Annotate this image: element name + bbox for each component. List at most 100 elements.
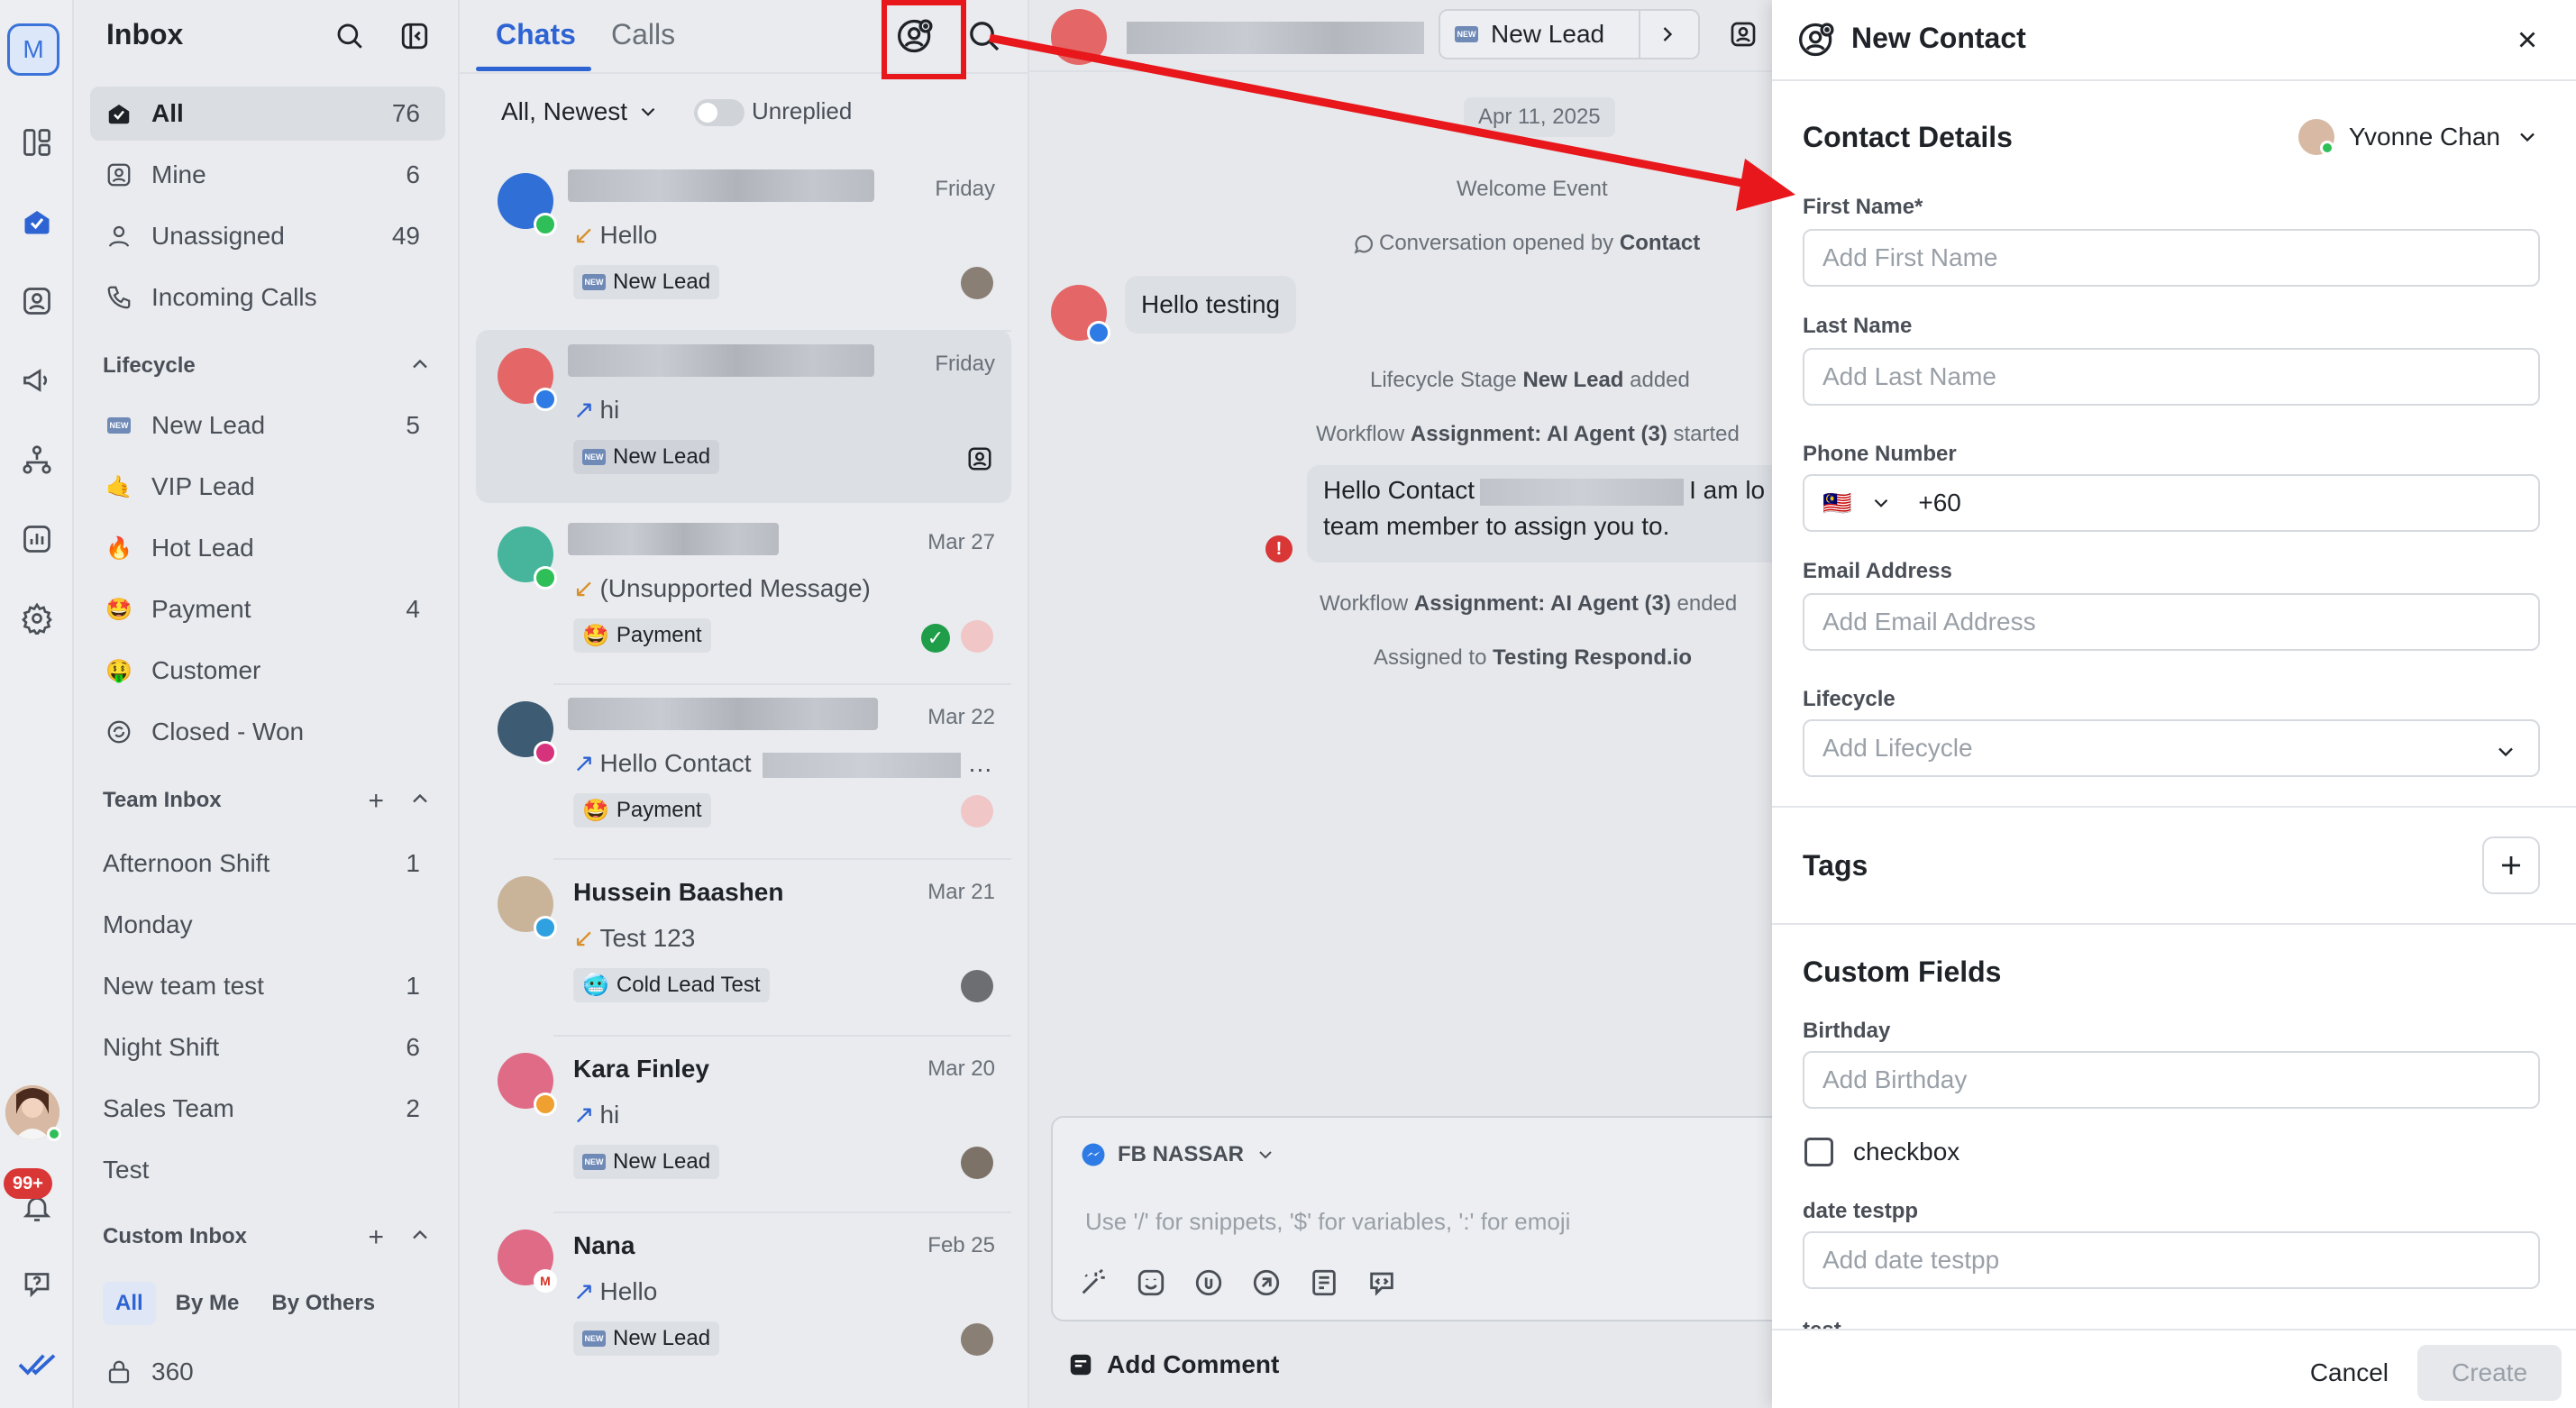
date-testpp-input[interactable] bbox=[1822, 1246, 2538, 1275]
birthday-input[interactable] bbox=[1822, 1065, 2538, 1094]
email-input[interactable] bbox=[1822, 608, 2538, 636]
team-label: New team test bbox=[103, 972, 264, 1000]
broadcast-icon[interactable] bbox=[15, 359, 59, 402]
phone-number-field[interactable]: 🇲🇾 +60 bbox=[1803, 474, 2540, 532]
custom-tab-by-others[interactable]: By Others bbox=[259, 1282, 388, 1325]
unreplied-toggle[interactable] bbox=[694, 99, 744, 126]
phone-number-value[interactable]: +60 bbox=[1918, 489, 1961, 517]
add-tag-button[interactable] bbox=[2482, 837, 2540, 894]
workflows-icon[interactable] bbox=[15, 438, 59, 481]
attachment-icon[interactable] bbox=[1192, 1266, 1226, 1300]
chevron-right-icon[interactable] bbox=[1655, 22, 1680, 47]
lifecycle-section-header[interactable]: Lifecycle bbox=[103, 353, 445, 379]
email-field[interactable] bbox=[1803, 593, 2540, 651]
tab-calls[interactable]: Calls bbox=[611, 18, 675, 51]
lifecycle-new-lead[interactable]: NEW New Lead 5 bbox=[90, 398, 445, 453]
create-button[interactable]: Create bbox=[2417, 1345, 2562, 1401]
phone-icon bbox=[103, 281, 135, 314]
first-name-field[interactable] bbox=[1803, 229, 2540, 287]
search-icon[interactable] bbox=[966, 18, 1002, 54]
tab-chats[interactable]: Chats bbox=[496, 18, 576, 51]
team-night-shift[interactable]: Night Shift 6 bbox=[90, 1020, 445, 1074]
custom-inbox-360[interactable]: 360 bbox=[90, 1345, 445, 1399]
workspace-badge[interactable]: M bbox=[7, 23, 59, 76]
reports-icon[interactable] bbox=[15, 517, 59, 561]
inbox-icon[interactable] bbox=[15, 200, 59, 243]
close-icon[interactable] bbox=[2509, 22, 2545, 58]
inbox-view-incoming-calls[interactable]: Incoming Calls bbox=[90, 270, 445, 325]
chevron-down-icon[interactable] bbox=[1869, 491, 1893, 515]
team-new-team-test[interactable]: New team test 1 bbox=[90, 959, 445, 1013]
add-comment-button[interactable]: Add Comment bbox=[1067, 1350, 1279, 1379]
magic-wand-icon[interactable] bbox=[1076, 1266, 1110, 1300]
chevron-up-icon[interactable] bbox=[407, 786, 433, 817]
lifecycle-closed-won[interactable]: Closed - Won bbox=[90, 705, 445, 759]
add-icon[interactable]: + bbox=[368, 786, 384, 817]
team-inbox-section-header[interactable]: Team Inbox + bbox=[103, 786, 445, 816]
search-icon[interactable] bbox=[332, 18, 368, 54]
payment-emoji-icon: 🤩 bbox=[582, 623, 609, 648]
tags-heading: Tags bbox=[1803, 849, 1868, 882]
birthday-field[interactable] bbox=[1803, 1051, 2540, 1109]
snippet-icon[interactable] bbox=[1249, 1266, 1283, 1300]
chat-last-message: ↗ hi bbox=[573, 395, 619, 425]
last-name-field[interactable] bbox=[1803, 348, 2540, 406]
lifecycle-select[interactable]: Add Lifecycle bbox=[1803, 719, 2540, 777]
team-test[interactable]: Test bbox=[90, 1143, 445, 1197]
lifecycle-stage-selector[interactable]: NEW New Lead bbox=[1439, 9, 1700, 59]
tag-label: New Lead bbox=[613, 270, 711, 294]
inbox-view-mine[interactable]: Mine 6 bbox=[90, 148, 445, 202]
channel-selector[interactable]: FB NASSAR bbox=[1080, 1141, 1276, 1168]
custom-tab-all[interactable]: All bbox=[103, 1282, 156, 1325]
chat-list-item[interactable]: Mar 27 ↙ (Unsupported Message) 🤩 Payment ✓ bbox=[476, 508, 1011, 681]
custom-inbox-section-header[interactable]: Custom Inbox + bbox=[103, 1222, 445, 1252]
composer-placeholder[interactable]: Use '/' for snippets, '$' for variables,… bbox=[1085, 1208, 1570, 1236]
contacts-icon[interactable] bbox=[15, 279, 59, 323]
dashboard-icon[interactable] bbox=[15, 121, 59, 164]
assignee-icon[interactable] bbox=[1729, 20, 1758, 49]
error-icon[interactable]: ! bbox=[1265, 535, 1293, 562]
chat-list-item[interactable]: Mar 22 ↗ Hello Contact … 🤩 Payment bbox=[476, 683, 1011, 856]
help-icon[interactable] bbox=[15, 1262, 59, 1305]
chevron-up-icon[interactable] bbox=[407, 1222, 433, 1253]
chat-list-item[interactable]: Hussein Baashen Mar 21 ↙ Test 123 🥶 Cold L… bbox=[476, 858, 1011, 1031]
chat-list-item[interactable]: M Nana Feb 25 ↗ Hello NEW New Lead bbox=[476, 1211, 1011, 1385]
chat-list-item-selected[interactable]: Friday ↗ hi NEW New Lead bbox=[476, 330, 1011, 503]
contact-owner-selector[interactable]: Yvonne Chan bbox=[2297, 119, 2540, 155]
chevron-up-icon[interactable] bbox=[407, 352, 433, 377]
note-icon[interactable] bbox=[1307, 1266, 1341, 1300]
country-flag-icon[interactable]: 🇲🇾 bbox=[1822, 489, 1851, 517]
chat-date: Feb 25 bbox=[927, 1233, 995, 1257]
checkbox-field[interactable] bbox=[1804, 1138, 1833, 1166]
cancel-button[interactable]: Cancel bbox=[2292, 1345, 2407, 1401]
date-testpp-field[interactable] bbox=[1803, 1231, 2540, 1289]
team-afternoon-shift[interactable]: Afternoon Shift 1 bbox=[90, 837, 445, 891]
chat-list-item[interactable]: Kara Finley Mar 20 ↗ hi NEW New Lead bbox=[476, 1035, 1011, 1208]
chat-list-item[interactable]: Friday ↙ Hello NEW New Lead bbox=[476, 155, 1011, 328]
emoji-icon[interactable] bbox=[1134, 1266, 1168, 1300]
inbox-view-unassigned[interactable]: Unassigned 49 bbox=[90, 209, 445, 263]
lifecycle-payment[interactable]: 🤩 Payment 4 bbox=[90, 582, 445, 636]
custom-tab-by-me[interactable]: By Me bbox=[163, 1282, 252, 1325]
settings-icon[interactable] bbox=[15, 597, 59, 640]
last-name-input[interactable] bbox=[1822, 362, 2538, 391]
team-sales-team[interactable]: Sales Team 2 bbox=[90, 1082, 445, 1136]
lifecycle-label: New Lead bbox=[151, 411, 266, 439]
add-icon[interactable]: + bbox=[368, 1222, 384, 1253]
code-block-icon[interactable] bbox=[1365, 1266, 1399, 1300]
first-name-input[interactable] bbox=[1822, 243, 2538, 272]
lifecycle-customer[interactable]: 🤑 Customer bbox=[90, 644, 445, 698]
redacted-text bbox=[762, 752, 961, 778]
inbox-view-all[interactable]: All 76 bbox=[90, 87, 445, 141]
online-status-dot bbox=[47, 1127, 61, 1141]
lifecycle-vip-lead[interactable]: 🤙 VIP Lead bbox=[90, 460, 445, 514]
lifecycle-tag: NEW New Lead bbox=[573, 1321, 720, 1356]
workflow-name: Assignment: AI Agent (3) bbox=[1413, 591, 1671, 616]
user-outline-icon bbox=[103, 220, 135, 252]
sort-filter-dropdown[interactable]: All, Newest bbox=[501, 97, 660, 126]
message-composer[interactable]: FB NASSAR Use '/' for snippets, '$' for … bbox=[1051, 1116, 1772, 1321]
team-monday[interactable]: Monday bbox=[90, 898, 445, 952]
collapse-sidebar-icon[interactable] bbox=[397, 18, 433, 54]
lifecycle-hot-lead[interactable]: 🔥 Hot Lead bbox=[90, 521, 445, 575]
view-label: All bbox=[151, 99, 184, 127]
